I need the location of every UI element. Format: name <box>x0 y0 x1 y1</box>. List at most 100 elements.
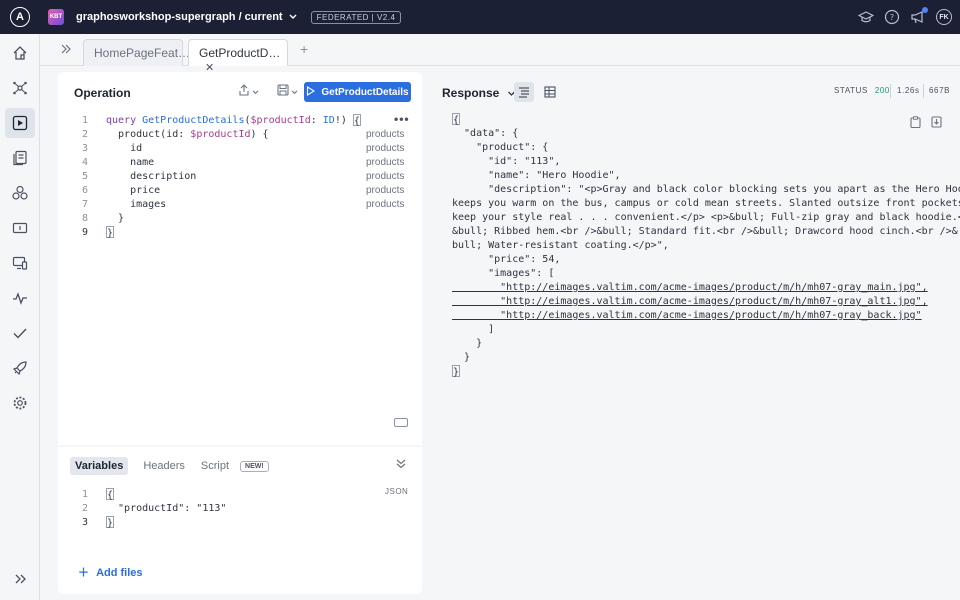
code-line: 1 { <box>58 488 422 502</box>
code-text: name <box>106 157 155 168</box>
line-number: 1 <box>81 489 88 500</box>
status-code: 200 <box>874 86 890 95</box>
code-line: 7 images products <box>58 198 422 212</box>
graph-avatar-badge: KBT <box>48 9 64 25</box>
response-line: "name": "Hero Hoodie", <box>452 170 621 181</box>
code-line: 8 } <box>58 212 422 226</box>
clients-monitor-icon[interactable] <box>5 248 35 278</box>
code-text: price <box>106 185 161 196</box>
save-menu-button[interactable] <box>273 82 302 101</box>
share-icon <box>238 84 250 99</box>
response-line: bull; Water-resistant coating.</p>", <box>452 240 669 251</box>
code-line: 2 "productId": "113" <box>58 502 422 516</box>
response-time: 1.26s <box>897 86 920 95</box>
line-number: 3 <box>81 143 88 154</box>
svg-text:?: ? <box>890 13 894 22</box>
tab-variables[interactable]: Variables <box>70 457 129 475</box>
variables-editor[interactable]: 1 { 2 "productId": "113" 3 } <box>58 488 422 530</box>
megaphone-icon[interactable] <box>910 7 928 25</box>
line-number: 7 <box>81 199 88 210</box>
add-tab-icon[interactable]: + <box>300 41 308 57</box>
subgraph-annotation: products <box>366 199 405 210</box>
response-title-dropdown[interactable]: Response <box>442 86 516 100</box>
save-icon <box>277 84 289 99</box>
code-line: 6 price products <box>58 184 422 198</box>
line-number: 2 <box>81 503 88 514</box>
response-line: "description": "<p>Gray and black color … <box>452 184 960 195</box>
subgraphs-icon[interactable] <box>5 178 35 208</box>
response-line: "product": { <box>452 142 549 153</box>
expand-sidebar-icon[interactable] <box>5 564 35 594</box>
user-avatar[interactable]: FK <box>936 9 952 25</box>
line-number: 6 <box>81 185 88 196</box>
response-line: "data": { <box>452 128 519 139</box>
settings-gear-icon[interactable] <box>5 388 35 418</box>
image-url-link[interactable]: "http://eimages.valtim.com/acme-images/p… <box>452 281 944 295</box>
response-line: } <box>452 365 461 378</box>
chevron-down-icon <box>252 86 259 98</box>
response-line: "price": 54, <box>452 254 561 265</box>
subgraph-annotation: products <box>366 129 405 140</box>
line-number: 9 <box>81 227 88 238</box>
line-number: 8 <box>81 213 88 224</box>
collapse-variables-icon[interactable] <box>395 459 407 472</box>
code-line: 4 name products <box>58 156 422 170</box>
tab-homepage[interactable]: HomePageFeat… <box>83 39 190 66</box>
code-line: 3 id products <box>58 142 422 156</box>
line-number: 5 <box>81 171 88 182</box>
code-line: 9 } <box>58 226 422 240</box>
code-line: 5 description products <box>58 170 422 184</box>
chevron-down-icon <box>289 11 297 23</box>
table-view-icon[interactable] <box>540 82 560 102</box>
apollo-logo-icon[interactable]: A <box>10 7 30 27</box>
run-operation-label: GetProductDetails <box>321 86 409 98</box>
share-menu-button[interactable] <box>234 82 263 101</box>
response-line: keep your style real . . . convenient.</… <box>452 212 960 223</box>
code-text: "productId": "113" <box>106 503 227 514</box>
collapse-panel-icon[interactable] <box>60 43 72 57</box>
response-line: } <box>452 338 483 349</box>
operation-editor[interactable]: 1 query GetProductDetails($productId: ID… <box>58 114 422 240</box>
new-badge: NEW! <box>240 460 269 472</box>
checks-icon[interactable] <box>5 318 35 348</box>
code-text: } <box>106 516 115 529</box>
code-line: 2 product(id: $productId) { products <box>58 128 422 142</box>
text-view-icon[interactable] <box>514 82 534 102</box>
changelog-icon[interactable] <box>5 213 35 243</box>
response-line: "images": [ <box>452 268 555 279</box>
documents-icon[interactable] <box>5 143 35 173</box>
code-text: product(id: $productId) { <box>106 129 269 140</box>
tab-script[interactable]: Script <box>196 457 234 475</box>
tab-bar: HomePageFeat… GetProductD…✕ + <box>40 34 960 74</box>
play-icon <box>306 85 316 99</box>
image-url-link[interactable]: "http://eimages.valtim.com/acme-images/p… <box>452 295 944 309</box>
operation-panel: Operation GetProductDetails ••• 1 query … <box>58 72 422 445</box>
subgraph-annotation: products <box>366 143 405 154</box>
home-icon[interactable] <box>5 38 35 68</box>
code-line: 1 query GetProductDetails($productId: ID… <box>58 114 422 128</box>
response-line: keeps you warm on the bus, campus or col… <box>452 198 960 209</box>
graph-variant-selector[interactable]: graphosworkshop-supergraph / current <box>76 11 297 23</box>
subgraph-annotation: products <box>366 157 405 168</box>
add-files-button[interactable]: ＋ Add files <box>78 564 143 580</box>
help-icon[interactable]: ? <box>884 9 900 25</box>
launches-rocket-icon[interactable] <box>5 353 35 383</box>
schema-graph-icon[interactable] <box>5 73 35 103</box>
response-line: ] <box>452 324 495 335</box>
federation-version-badge: FEDERATED | V2.4 <box>310 10 402 24</box>
top-bar: A KBT graphosworkshop-supergraph / curre… <box>0 0 960 34</box>
code-text: id <box>106 143 143 154</box>
image-url-link[interactable]: "http://eimages.valtim.com/acme-images/p… <box>452 309 944 323</box>
response-line: &bull; Ribbed hem.<br />&bull; Standard … <box>452 226 958 237</box>
explorer-play-icon[interactable] <box>5 108 35 138</box>
insights-pulse-icon[interactable] <box>5 283 35 313</box>
status-label: STATUS <box>834 86 868 95</box>
keyboard-shortcuts-icon[interactable] <box>394 418 408 427</box>
code-text: { <box>106 488 115 501</box>
graduation-cap-icon[interactable] <box>858 9 874 25</box>
tab-headers[interactable]: Headers <box>138 457 190 475</box>
run-operation-button[interactable]: GetProductDetails <box>304 82 411 102</box>
chevron-down-icon <box>291 86 298 98</box>
response-line: } <box>452 352 471 363</box>
tab-getproductdetails[interactable]: GetProductD…✕ <box>188 39 288 74</box>
